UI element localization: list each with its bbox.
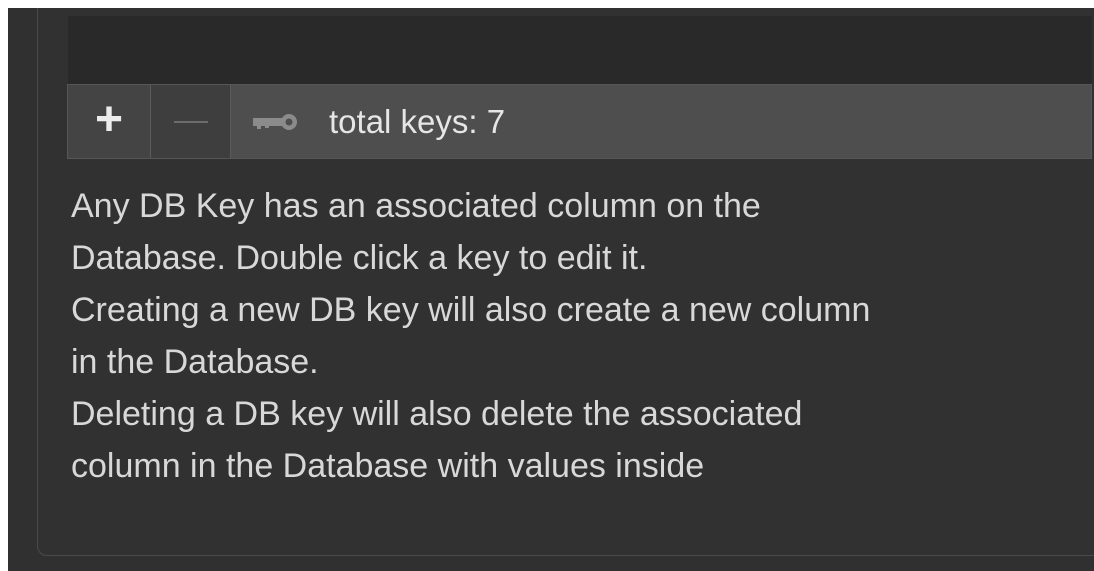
help-line: Database. Double click a key to edit it. xyxy=(71,239,648,277)
help-line: in the Database. xyxy=(71,343,319,381)
help-line: Creating a new DB key will also create a… xyxy=(71,291,871,329)
help-line: column in the Database with values insid… xyxy=(71,447,705,485)
remove-key-button[interactable] xyxy=(151,85,231,158)
total-keys-count: total keys: 7 xyxy=(329,102,506,140)
help-line: Deleting a DB key will also delete the a… xyxy=(71,395,803,433)
db-keys-panel: + total keys: 7 Any DB Key has an associ… xyxy=(8,8,1094,571)
keys-list[interactable] xyxy=(68,16,1092,84)
help-text: Any DB Key has an associated column on t… xyxy=(71,180,1091,492)
keys-toolbar: + total keys: 7 xyxy=(67,84,1092,159)
key-icon xyxy=(253,113,297,130)
keys-status: total keys: 7 xyxy=(231,85,1091,158)
add-key-button[interactable]: + xyxy=(68,85,151,158)
help-line: Any DB Key has an associated column on t… xyxy=(71,187,761,225)
plus-icon: + xyxy=(94,92,124,146)
minus-icon xyxy=(173,120,208,123)
